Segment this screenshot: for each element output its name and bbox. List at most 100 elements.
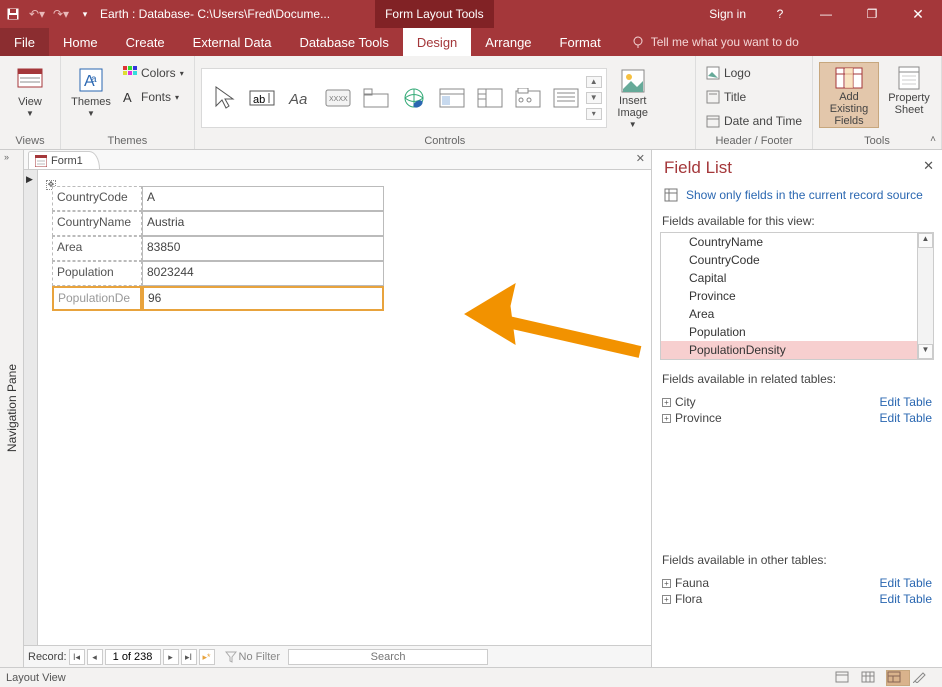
tell-me[interactable]: Tell me what you want to do (615, 28, 799, 56)
datasheet-view-icon[interactable] (860, 670, 884, 686)
tab-file[interactable]: File (0, 28, 49, 56)
fl-item[interactable]: Population (661, 323, 933, 341)
next-record-icon[interactable]: ▸ (163, 649, 179, 665)
tab-format[interactable]: Format (546, 28, 615, 56)
filter-indicator[interactable]: No Filter (225, 651, 281, 663)
label-icon[interactable]: Aa (282, 76, 318, 120)
fl-item[interactable]: CountryCode (661, 251, 933, 269)
controls-gallery[interactable]: ab Aa XXXX ▲▼▾ (201, 68, 607, 128)
expand-icon[interactable]: + (662, 398, 671, 407)
expand-icon[interactable]: + (662, 595, 671, 604)
fl-item[interactable]: CountryName (661, 233, 933, 251)
scroll-up-icon[interactable]: ▲ (918, 233, 933, 248)
help-icon[interactable]: ? (760, 0, 800, 28)
field-label[interactable]: Population (52, 261, 142, 286)
expand-icon[interactable]: + (662, 414, 671, 423)
field-row[interactable]: Area 83850 (52, 236, 384, 261)
view-button[interactable]: View ▼ (6, 62, 54, 119)
prev-record-icon[interactable]: ◂ (87, 649, 103, 665)
record-position-input[interactable] (105, 649, 161, 665)
navpane-expand-icon[interactable]: » (4, 152, 9, 162)
fl-other-row[interactable]: +Fauna Edit Table (660, 575, 934, 591)
option-group-icon[interactable] (510, 76, 546, 120)
navigation-pane[interactable]: » Navigation Pane (0, 150, 24, 667)
scrollbar[interactable]: ▲▼ (917, 233, 933, 359)
form-canvas[interactable]: ▶ ✥ CountryCode A CountryName Austria Ar… (24, 170, 651, 645)
field-row[interactable]: Population 8023244 (52, 261, 384, 286)
tab-home[interactable]: Home (49, 28, 112, 56)
design-view-icon[interactable] (912, 670, 936, 686)
field-value[interactable]: 8023244 (142, 261, 384, 286)
button-icon[interactable]: XXXX (320, 76, 356, 120)
field-value[interactable]: A (142, 186, 384, 211)
textbox-icon[interactable]: ab (244, 76, 280, 120)
select-tool-icon[interactable] (206, 76, 242, 120)
expand-icon[interactable]: + (662, 579, 671, 588)
themes-button[interactable]: Aa Themes ▼ (67, 62, 115, 119)
collapse-ribbon-icon[interactable]: ˄ (930, 134, 936, 145)
fl-related-row[interactable]: +City Edit Table (660, 394, 934, 410)
field-row[interactable]: CountryName Austria (52, 211, 384, 236)
save-icon[interactable] (4, 5, 22, 23)
field-label[interactable]: Area (52, 236, 142, 261)
tab-create[interactable]: Create (112, 28, 179, 56)
date-time-button[interactable]: Date and Time (702, 110, 806, 132)
tab-external-data[interactable]: External Data (179, 28, 286, 56)
page-break-icon[interactable] (548, 76, 584, 120)
new-record-icon[interactable]: ▸* (199, 649, 215, 665)
fl-item[interactable]: Capital (661, 269, 933, 287)
field-value[interactable]: Austria (142, 211, 384, 236)
fl-related-row[interactable]: +Province Edit Table (660, 410, 934, 426)
gallery-scroll[interactable]: ▲▼▾ (586, 76, 602, 120)
close-tab-icon[interactable]: ✕ (636, 152, 645, 165)
record-selector[interactable]: ▶ (24, 170, 38, 645)
title-button[interactable]: Title (702, 86, 806, 108)
minimize-icon[interactable]: — (806, 0, 846, 28)
field-row-selected[interactable]: PopulationDe 96 (52, 286, 384, 311)
field-label[interactable]: CountryCode (52, 186, 142, 211)
redo-icon[interactable]: ↷▾ (52, 5, 70, 23)
field-row[interactable]: CountryCode A (52, 186, 384, 211)
field-value[interactable]: 83850 (142, 236, 384, 261)
fonts-button[interactable]: A Fonts▾ (119, 86, 188, 108)
close-icon[interactable]: ✕ (898, 0, 938, 28)
quick-access-toolbar: ↶▾ ↷▾ ▾ (0, 5, 98, 23)
colors-button[interactable]: Colors▾ (119, 62, 188, 84)
edit-table-link[interactable]: Edit Table (880, 576, 932, 590)
fl-item[interactable]: Area (661, 305, 933, 323)
form-view-icon[interactable] (834, 670, 858, 686)
field-value[interactable]: 96 (142, 286, 384, 311)
tab-arrange[interactable]: Arrange (471, 28, 545, 56)
search-input[interactable] (288, 649, 488, 665)
qat-customize-icon[interactable]: ▾ (76, 5, 94, 23)
layout-view-icon[interactable] (886, 670, 910, 686)
status-bar: Layout View (0, 667, 942, 687)
tab-design[interactable]: Design (403, 28, 471, 56)
restore-icon[interactable]: ❐ (852, 0, 892, 28)
hyperlink-icon[interactable] (396, 76, 432, 120)
show-only-fields-link[interactable]: Show only fields in the current record s… (652, 184, 942, 210)
edit-table-link[interactable]: Edit Table (880, 395, 932, 409)
navigation-icon[interactable] (472, 76, 508, 120)
insert-image-button[interactable]: Insert Image ▼ (611, 65, 655, 130)
add-existing-fields-button[interactable]: Add Existing Fields (819, 62, 879, 128)
scroll-down-icon[interactable]: ▼ (918, 344, 933, 359)
close-pane-icon[interactable]: ✕ (923, 158, 934, 174)
property-sheet-button[interactable]: Property Sheet (883, 62, 935, 116)
undo-icon[interactable]: ↶▾ (28, 5, 46, 23)
last-record-icon[interactable]: ▸I (181, 649, 197, 665)
document-tab[interactable]: Form1 (28, 151, 100, 169)
tab-control-icon[interactable] (358, 76, 394, 120)
field-label[interactable]: CountryName (52, 211, 142, 236)
web-browser-icon[interactable] (434, 76, 470, 120)
field-label[interactable]: PopulationDe (52, 286, 142, 311)
edit-table-link[interactable]: Edit Table (880, 411, 932, 425)
fl-item-selected[interactable]: PopulationDensity (661, 341, 933, 359)
fl-other-row[interactable]: +Flora Edit Table (660, 591, 934, 607)
first-record-icon[interactable]: I◂ (69, 649, 85, 665)
logo-button[interactable]: Logo (702, 62, 806, 84)
edit-table-link[interactable]: Edit Table (880, 592, 932, 606)
fl-item[interactable]: Province (661, 287, 933, 305)
tab-database-tools[interactable]: Database Tools (285, 28, 402, 56)
sign-in-link[interactable]: Sign in (701, 0, 754, 28)
